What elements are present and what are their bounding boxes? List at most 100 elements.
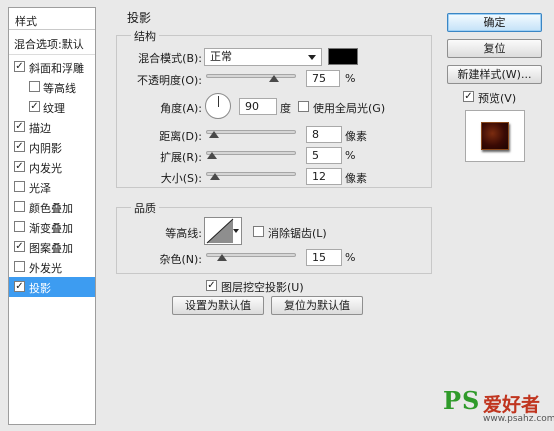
style-item-5[interactable]: ✓ 内发光 (9, 157, 95, 177)
preview-checkbox[interactable]: ✓ (463, 91, 474, 102)
opacity-label: 不透明度(O): (137, 74, 202, 87)
style-item-checkbox[interactable]: ✓ (29, 101, 40, 112)
new-style-button[interactable]: 新建样式(W)... (447, 65, 542, 84)
style-item-10[interactable]: 外发光 (9, 257, 95, 277)
antialias-label: 消除锯齿(L) (268, 227, 327, 240)
blending-options-item[interactable]: 混合选项:默认 (14, 36, 84, 52)
style-item-label: 投影 (29, 282, 51, 295)
contour-chevron-down-icon (233, 229, 239, 233)
blend-mode-label: 混合模式(B): (138, 52, 202, 65)
style-item-checkbox[interactable] (14, 221, 25, 232)
structure-group-title: 结构 (131, 28, 159, 44)
preview-thumbnail (465, 110, 525, 162)
style-item-label: 光泽 (29, 182, 51, 195)
blend-mode-value: 正常 (210, 50, 232, 63)
style-item-checkbox[interactable]: ✓ (14, 281, 25, 292)
spread-label: 扩展(R): (160, 151, 202, 164)
distance-label: 距离(D): (159, 130, 202, 143)
spread-unit: % (345, 149, 356, 162)
style-item-checkbox[interactable]: ✓ (14, 141, 25, 152)
size-slider-thumb[interactable] (210, 173, 220, 180)
watermark-url: www.psahz.com (483, 414, 554, 424)
angle-unit: 度 (280, 102, 291, 115)
style-item-label: 描边 (29, 122, 51, 135)
style-item-label: 外发光 (29, 262, 62, 275)
opacity-slider-thumb[interactable] (269, 75, 279, 82)
size-unit: 像素 (345, 172, 367, 185)
angle-dial-hand (218, 96, 219, 107)
section-title: 投影 (124, 9, 155, 26)
quality-group-title: 品质 (131, 200, 159, 216)
contour-curve-icon (206, 218, 234, 244)
size-label: 大小(S): (160, 172, 202, 185)
distance-slider-thumb[interactable] (209, 131, 219, 138)
blend-mode-select[interactable]: 正常 (204, 48, 322, 66)
style-item-checkbox[interactable]: ✓ (14, 161, 25, 172)
style-item-label: 内发光 (29, 162, 62, 175)
distance-slider-track[interactable] (206, 130, 296, 134)
layer-knockout-label: 图层挖空投影(U) (221, 281, 304, 294)
watermark: PS 爱好者 www.psahz.com (443, 386, 554, 426)
style-item-checkbox[interactable]: ✓ (14, 121, 25, 132)
size-input[interactable]: 12 (306, 168, 342, 185)
noise-label: 杂色(N): (159, 253, 202, 266)
styles-divider-2 (9, 54, 95, 55)
global-light-checkbox[interactable] (298, 101, 309, 112)
distance-unit: 像素 (345, 130, 367, 143)
noise-unit: % (345, 251, 356, 264)
style-item-label: 渐变叠加 (29, 222, 73, 235)
style-item-2[interactable]: ✓ 纹理 (9, 97, 95, 117)
angle-input[interactable]: 90 (239, 98, 277, 115)
style-item-checkbox[interactable] (29, 81, 40, 92)
preview-label: 预览(V) (478, 92, 517, 105)
style-item-checkbox[interactable]: ✓ (14, 241, 25, 252)
style-item-3[interactable]: ✓ 描边 (9, 117, 95, 137)
chevron-down-icon (308, 55, 316, 60)
global-light-label: 使用全局光(G) (313, 102, 386, 115)
style-item-checkbox[interactable] (14, 261, 25, 272)
style-item-label: 内阴影 (29, 142, 62, 155)
layer-knockout-checkbox[interactable]: ✓ (206, 280, 217, 291)
spread-slider-thumb[interactable] (207, 152, 217, 159)
opacity-input[interactable]: 75 (306, 70, 340, 87)
noise-input[interactable]: 15 (306, 249, 342, 266)
style-item-label: 纹理 (43, 102, 65, 115)
shadow-color-swatch[interactable] (328, 48, 358, 65)
opacity-unit: % (345, 72, 356, 85)
contour-label: 等高线: (165, 227, 202, 240)
style-item-0[interactable]: ✓ 斜面和浮雕 (9, 57, 95, 77)
style-item-9[interactable]: ✓ 图案叠加 (9, 237, 95, 257)
reset-default-button[interactable]: 复位为默认值 (271, 296, 363, 315)
angle-dial[interactable] (205, 93, 231, 119)
reset-button[interactable]: 复位 (447, 39, 542, 58)
style-item-6[interactable]: 光泽 (9, 177, 95, 197)
style-item-11[interactable]: ✓ 投影 (9, 277, 95, 297)
styles-list: 样式 混合选项:默认 ✓ 斜面和浮雕 等高线 ✓ 纹理 ✓ 描边 ✓ 内阴影 ✓ 内发光 光泽 颜色叠加… (9, 8, 95, 424)
contour-picker[interactable] (204, 217, 242, 245)
style-item-checkbox[interactable]: ✓ (14, 61, 25, 72)
spread-slider-track[interactable] (206, 151, 296, 155)
style-item-label: 等高线 (43, 82, 76, 95)
opacity-slider-track[interactable] (206, 74, 296, 78)
style-item-label: 颜色叠加 (29, 202, 73, 215)
watermark-cn: 爱好者 (483, 394, 541, 416)
make-default-button[interactable]: 设置为默认值 (172, 296, 264, 315)
style-item-7[interactable]: 颜色叠加 (9, 197, 95, 217)
preview-swatch (481, 122, 509, 150)
antialias-checkbox[interactable] (253, 226, 264, 237)
style-item-checkbox[interactable] (14, 201, 25, 212)
distance-input[interactable]: 8 (306, 126, 342, 143)
style-item-label: 图案叠加 (29, 242, 73, 255)
styles-divider (9, 29, 95, 30)
spread-input[interactable]: 5 (306, 147, 342, 164)
style-item-label: 斜面和浮雕 (29, 62, 84, 75)
angle-label: 角度(A): (160, 102, 202, 115)
style-item-1[interactable]: 等高线 (9, 77, 95, 97)
style-item-checkbox[interactable] (14, 181, 25, 192)
style-item-4[interactable]: ✓ 内阴影 (9, 137, 95, 157)
styles-title: 样式 (15, 15, 37, 28)
noise-slider-thumb[interactable] (217, 254, 227, 261)
style-item-8[interactable]: 渐变叠加 (9, 217, 95, 237)
ok-button[interactable]: 确定 (447, 13, 542, 32)
watermark-ps: PS (443, 386, 481, 415)
